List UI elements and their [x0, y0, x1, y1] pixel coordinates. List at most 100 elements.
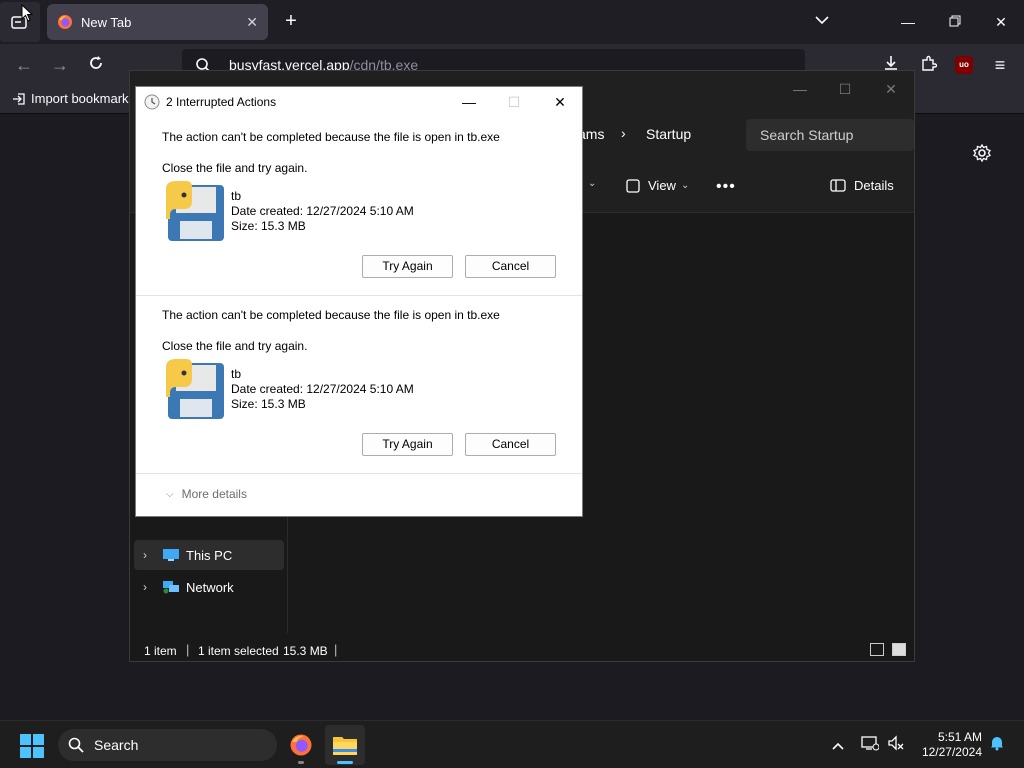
speaker-muted-icon: [888, 735, 904, 751]
nav-item-this-pc[interactable]: › This PC: [134, 540, 284, 570]
tab-title: New Tab: [81, 14, 132, 30]
new-tab-button[interactable]: +: [280, 10, 302, 32]
interrupted-actions-dialog: 2 Interrupted Actions — ☐ ✕ The action c…: [135, 86, 583, 517]
ublock-extension-icon[interactable]: uo: [955, 56, 973, 74]
dialog-minimize-button[interactable]: —: [459, 92, 479, 112]
windows-taskbar: Search 5:51 AM 12/27/2024: [0, 720, 1024, 768]
minimize-button[interactable]: —: [898, 12, 918, 32]
status-size: 15.3 MB: [283, 644, 328, 658]
more-options-button[interactable]: •••: [716, 178, 736, 196]
nav-item-label: Network: [186, 579, 234, 595]
cancel-button[interactable]: Cancel: [465, 255, 556, 278]
view-button[interactable]: View ⌄: [626, 178, 689, 193]
network-monitor-icon: [861, 736, 880, 751]
chevron-down-icon: [815, 16, 829, 25]
error-message: The action can't be completed because th…: [162, 130, 500, 144]
folder-icon: [333, 737, 357, 755]
search-icon: [68, 737, 84, 753]
firefox-icon: [58, 15, 72, 29]
dialog-close-button[interactable]: ✕: [550, 92, 570, 112]
network-status-button[interactable]: [860, 735, 880, 755]
section-divider: [136, 473, 582, 474]
instruction-text: Close the file and try again.: [162, 339, 308, 353]
computer-icon: [163, 549, 179, 561]
import-icon: [13, 92, 25, 105]
file-name: tb: [231, 189, 242, 203]
chevron-down-icon: ⌄: [588, 178, 597, 189]
clock-time: 5:51 AM: [937, 730, 982, 744]
details-view-toggle[interactable]: [870, 643, 884, 656]
running-indicator: [298, 761, 304, 764]
view-icon: [626, 178, 640, 193]
explorer-minimize-button[interactable]: —: [790, 79, 810, 99]
nav-item-label: This PC: [186, 547, 233, 563]
chevron-down-icon: ⌄: [680, 180, 690, 191]
tab-close-icon[interactable]: ✕: [246, 14, 258, 31]
forward-button[interactable]: →: [49, 54, 71, 76]
file-name: tb: [231, 367, 242, 381]
firefox-icon: [290, 734, 312, 756]
extensions-button[interactable]: [918, 54, 940, 76]
start-button[interactable]: [20, 734, 44, 758]
taskbar-firefox[interactable]: [281, 725, 321, 765]
try-again-button[interactable]: Try Again: [362, 255, 453, 278]
tab-new-tab[interactable]: New Tab ✕: [47, 4, 268, 40]
large-icons-view-toggle[interactable]: [892, 643, 906, 656]
sidebar-toggle-button[interactable]: [0, 2, 40, 42]
details-label: Details: [854, 178, 894, 193]
taskbar-file-explorer[interactable]: [325, 725, 365, 765]
file-size: Size: 15.3 MB: [231, 219, 306, 233]
status-separator: |: [334, 642, 338, 657]
taskbar-search-box[interactable]: Search: [58, 729, 277, 761]
reload-icon: [90, 56, 102, 69]
dialog-title: 2 Interrupted Actions: [166, 95, 277, 109]
list-all-tabs-button[interactable]: [815, 12, 829, 30]
clock-icon: [144, 94, 160, 110]
error-message: The action can't be completed because th…: [162, 308, 500, 322]
explorer-search-input[interactable]: Search Startup: [746, 119, 914, 151]
more-details-toggle[interactable]: ⌵ More details: [166, 487, 247, 501]
windows-logo-icon: [20, 734, 44, 758]
file-date-created: Date created: 12/27/2024 5:10 AM: [231, 204, 414, 218]
mouse-cursor-icon: [21, 4, 33, 22]
explorer-close-button[interactable]: ✕: [881, 79, 901, 99]
cancel-button[interactable]: Cancel: [465, 433, 556, 456]
network-icon: [163, 581, 179, 594]
dialog-maximize-button: ☐: [507, 94, 521, 110]
chevron-up-icon: [832, 742, 844, 750]
puzzle-icon: [922, 55, 938, 71]
taskbar-search-label: Search: [94, 737, 139, 753]
volume-button[interactable]: [886, 735, 906, 755]
browser-tabstrip: New Tab ✕ + — ✕: [0, 0, 1024, 44]
file-date-created: Date created: 12/27/2024 5:10 AM: [231, 382, 414, 396]
python-file-icon: [166, 181, 224, 241]
show-hidden-icons-button[interactable]: [828, 735, 848, 755]
details-pane-button[interactable]: Details: [830, 178, 894, 193]
close-window-button[interactable]: ✕: [991, 12, 1011, 32]
gear-icon: [973, 143, 991, 163]
import-bookmarks-label: Import bookmarks: [31, 91, 136, 106]
status-selected: 1 item selected: [198, 644, 279, 658]
nav-item-network[interactable]: › Network: [134, 572, 284, 602]
explorer-maximize-button[interactable]: ☐: [835, 79, 855, 99]
more-details-label: More details: [181, 487, 247, 501]
restore-icon: [949, 15, 961, 27]
active-indicator: [337, 761, 353, 764]
file-size: Size: 15.3 MB: [231, 397, 306, 411]
reload-button[interactable]: [85, 54, 107, 76]
dialog-titlebar: 2 Interrupted Actions — ☐ ✕: [136, 87, 582, 118]
instruction-text: Close the file and try again.: [162, 161, 308, 175]
breadcrumb-startup[interactable]: Startup: [646, 126, 691, 142]
restore-button[interactable]: [945, 12, 965, 32]
new-tab-settings-button[interactable]: [972, 143, 994, 165]
download-icon: [885, 56, 897, 70]
try-again-button[interactable]: Try Again: [362, 433, 453, 456]
taskbar-clock[interactable]: 5:51 AM 12/27/2024: [912, 730, 982, 760]
status-item-count: 1 item: [144, 644, 177, 658]
details-pane-icon: [830, 179, 846, 192]
menu-button[interactable]: ≡: [989, 54, 1011, 76]
back-button[interactable]: ←: [13, 54, 35, 76]
chevron-right-icon: ›: [621, 125, 626, 141]
notifications-button[interactable]: [987, 735, 1007, 755]
import-bookmarks-link[interactable]: Import bookmarks: [12, 91, 135, 106]
